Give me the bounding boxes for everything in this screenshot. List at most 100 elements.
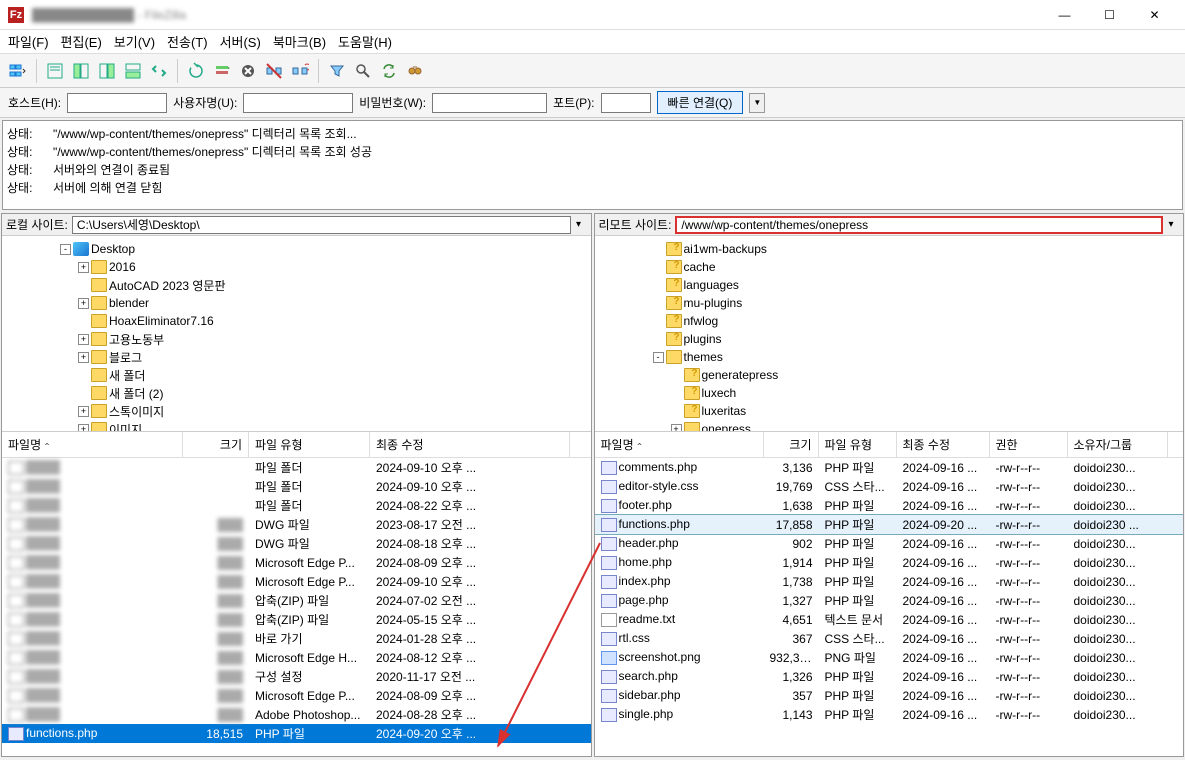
list-item[interactable]: ████ 파일 폴더 2024-09-10 오후 ... xyxy=(2,477,591,496)
list-item[interactable]: ████ ███ Microsoft Edge P... 2024-08-09 … xyxy=(2,686,591,705)
status-log[interactable]: 상태:"/www/wp-content/themes/onepress" 디렉터… xyxy=(2,120,1183,210)
tree-item[interactable]: +스톡이미지 xyxy=(2,402,591,420)
list-item[interactable]: sidebar.php 357 PHP 파일 2024-09-16 ... -r… xyxy=(595,686,1184,705)
tree-item[interactable]: mu-plugins xyxy=(595,294,1184,312)
list-item[interactable]: search.php 1,326 PHP 파일 2024-09-16 ... -… xyxy=(595,667,1184,686)
compare-icon[interactable] xyxy=(351,59,375,83)
tree-item[interactable]: +고용노동부 xyxy=(2,330,591,348)
minimize-button[interactable]: — xyxy=(1042,0,1087,30)
tree-item[interactable]: +이미지 xyxy=(2,420,591,432)
tree-item[interactable]: nfwlog xyxy=(595,312,1184,330)
expand-icon[interactable]: + xyxy=(78,352,89,363)
process-queue-icon[interactable] xyxy=(210,59,234,83)
toggle-queue-icon[interactable] xyxy=(121,59,145,83)
list-item[interactable]: ████ ███ 압축(ZIP) 파일 2024-07-02 오전 ... xyxy=(2,591,591,610)
menu-view[interactable]: 보기(V) xyxy=(114,32,155,51)
tree-item[interactable]: +블로그 xyxy=(2,348,591,366)
col-size[interactable]: 크기 xyxy=(764,432,819,457)
remote-path-dropdown[interactable]: ▾ xyxy=(1163,219,1179,230)
list-item[interactable]: ████ ███ 구성 설정 2020-11-17 오전 ... xyxy=(2,667,591,686)
expand-icon[interactable]: + xyxy=(671,424,682,433)
expand-icon[interactable]: + xyxy=(78,298,89,309)
maximize-button[interactable]: ☐ xyxy=(1087,0,1132,30)
tree-item[interactable]: 새 폴더 xyxy=(2,366,591,384)
tree-item[interactable]: 새 폴더 (2) xyxy=(2,384,591,402)
list-item[interactable]: ████ 파일 폴더 2024-08-22 오후 ... xyxy=(2,496,591,515)
tree-item[interactable]: ai1wm-backups xyxy=(595,240,1184,258)
col-size[interactable]: 크기 xyxy=(183,432,249,457)
list-item[interactable]: ████ ███ 바로 가기 2024-01-28 오후 ... xyxy=(2,629,591,648)
menu-server[interactable]: 서버(S) xyxy=(220,32,261,51)
local-path-dropdown[interactable]: ▾ xyxy=(571,219,587,230)
list-item[interactable]: home.php 1,914 PHP 파일 2024-09-16 ... -rw… xyxy=(595,553,1184,572)
tree-item[interactable]: plugins xyxy=(595,330,1184,348)
filter-icon[interactable] xyxy=(325,59,349,83)
tree-item[interactable]: generatepress xyxy=(595,366,1184,384)
tree-item[interactable]: luxech xyxy=(595,384,1184,402)
local-list-header[interactable]: 파일명 크기 파일 유형 최종 수정 xyxy=(2,432,591,458)
remote-file-list[interactable]: 파일명 크기 파일 유형 최종 수정 권한 소유자/그룹 comments.ph… xyxy=(595,432,1184,756)
menu-bookmarks[interactable]: 북마크(B) xyxy=(273,32,326,51)
expand-icon[interactable]: + xyxy=(78,334,89,345)
list-item[interactable]: ████ ███ DWG 파일 2024-08-18 오후 ... xyxy=(2,534,591,553)
list-item[interactable]: editor-style.css 19,769 CSS 스타... 2024-0… xyxy=(595,477,1184,496)
list-item[interactable]: index.php 1,738 PHP 파일 2024-09-16 ... -r… xyxy=(595,572,1184,591)
remote-path-input[interactable] xyxy=(675,216,1163,234)
remote-list-header[interactable]: 파일명 크기 파일 유형 최종 수정 권한 소유자/그룹 xyxy=(595,432,1184,458)
col-type[interactable]: 파일 유형 xyxy=(249,432,370,457)
port-input[interactable] xyxy=(601,93,651,113)
menu-edit[interactable]: 편집(E) xyxy=(61,32,102,51)
expand-icon[interactable]: + xyxy=(78,406,89,417)
list-item[interactable]: functions.php 17,858 PHP 파일 2024-09-20 .… xyxy=(595,515,1184,534)
list-item[interactable]: ████ ███ Microsoft Edge H... 2024-08-12 … xyxy=(2,648,591,667)
list-item[interactable]: ████ ███ 압축(ZIP) 파일 2024-05-15 오후 ... xyxy=(2,610,591,629)
list-item[interactable]: functions.php 18,515 PHP 파일 2024-09-20 오… xyxy=(2,724,591,743)
expand-icon[interactable]: + xyxy=(78,262,89,273)
list-item[interactable]: ████ ███ Microsoft Edge P... 2024-08-09 … xyxy=(2,553,591,572)
user-input[interactable] xyxy=(243,93,353,113)
expand-icon[interactable]: + xyxy=(78,424,89,433)
expand-icon[interactable]: - xyxy=(60,244,71,255)
toggle-log-icon[interactable] xyxy=(43,59,67,83)
local-path-input[interactable] xyxy=(72,216,571,234)
expand-icon[interactable]: - xyxy=(653,352,664,363)
host-input[interactable] xyxy=(67,93,167,113)
list-item[interactable]: page.php 1,327 PHP 파일 2024-09-16 ... -rw… xyxy=(595,591,1184,610)
sitemanager-icon[interactable] xyxy=(6,59,30,83)
quickconnect-button[interactable]: 빠른 연결(Q) xyxy=(657,91,744,114)
list-item[interactable]: ████ 파일 폴더 2024-09-10 오후 ... xyxy=(2,458,591,477)
col-modified[interactable]: 최종 수정 xyxy=(897,432,990,457)
col-type[interactable]: 파일 유형 xyxy=(819,432,897,457)
remote-tree[interactable]: ai1wm-backupscachelanguagesmu-pluginsnfw… xyxy=(595,236,1184,432)
tree-item[interactable]: -themes xyxy=(595,348,1184,366)
list-item[interactable]: ████ ███ Adobe Photoshop... 2024-08-28 오… xyxy=(2,705,591,724)
toggle-remotetree-icon[interactable] xyxy=(95,59,119,83)
tree-item[interactable]: languages xyxy=(595,276,1184,294)
sync-browsing-icon[interactable] xyxy=(147,59,171,83)
list-item[interactable]: footer.php 1,638 PHP 파일 2024-09-16 ... -… xyxy=(595,496,1184,515)
local-file-list[interactable]: 파일명 크기 파일 유형 최종 수정 ████ 파일 폴더 2024-09-10… xyxy=(2,432,591,756)
list-item[interactable]: rtl.css 367 CSS 스타... 2024-09-16 ... -rw… xyxy=(595,629,1184,648)
tree-item[interactable]: +blender xyxy=(2,294,591,312)
tree-item[interactable]: cache xyxy=(595,258,1184,276)
list-item[interactable]: ████ ███ DWG 파일 2023-08-17 오전 ... xyxy=(2,515,591,534)
col-owner[interactable]: 소유자/그룹 xyxy=(1068,432,1168,457)
col-modified[interactable]: 최종 수정 xyxy=(370,432,570,457)
tree-item[interactable]: HoaxEliminator7.16 xyxy=(2,312,591,330)
pass-input[interactable] xyxy=(432,93,547,113)
col-name[interactable]: 파일명 xyxy=(595,432,764,457)
sync-icon[interactable] xyxy=(377,59,401,83)
find-icon[interactable] xyxy=(403,59,427,83)
close-button[interactable]: ✕ xyxy=(1132,0,1177,30)
list-item[interactable]: ████ ███ Microsoft Edge P... 2024-09-10 … xyxy=(2,572,591,591)
refresh-icon[interactable] xyxy=(184,59,208,83)
list-item[interactable]: screenshot.png 932,322 PNG 파일 2024-09-16… xyxy=(595,648,1184,667)
tree-item[interactable]: +onepress xyxy=(595,420,1184,432)
list-item[interactable]: readme.txt 4,651 텍스트 문서 2024-09-16 ... -… xyxy=(595,610,1184,629)
tree-item[interactable]: +2016 xyxy=(2,258,591,276)
tree-item[interactable]: -Desktop xyxy=(2,240,591,258)
list-item[interactable]: comments.php 3,136 PHP 파일 2024-09-16 ...… xyxy=(595,458,1184,477)
menu-transfer[interactable]: 전송(T) xyxy=(167,32,208,51)
list-item[interactable]: single.php 1,143 PHP 파일 2024-09-16 ... -… xyxy=(595,705,1184,724)
disconnect-icon[interactable] xyxy=(262,59,286,83)
